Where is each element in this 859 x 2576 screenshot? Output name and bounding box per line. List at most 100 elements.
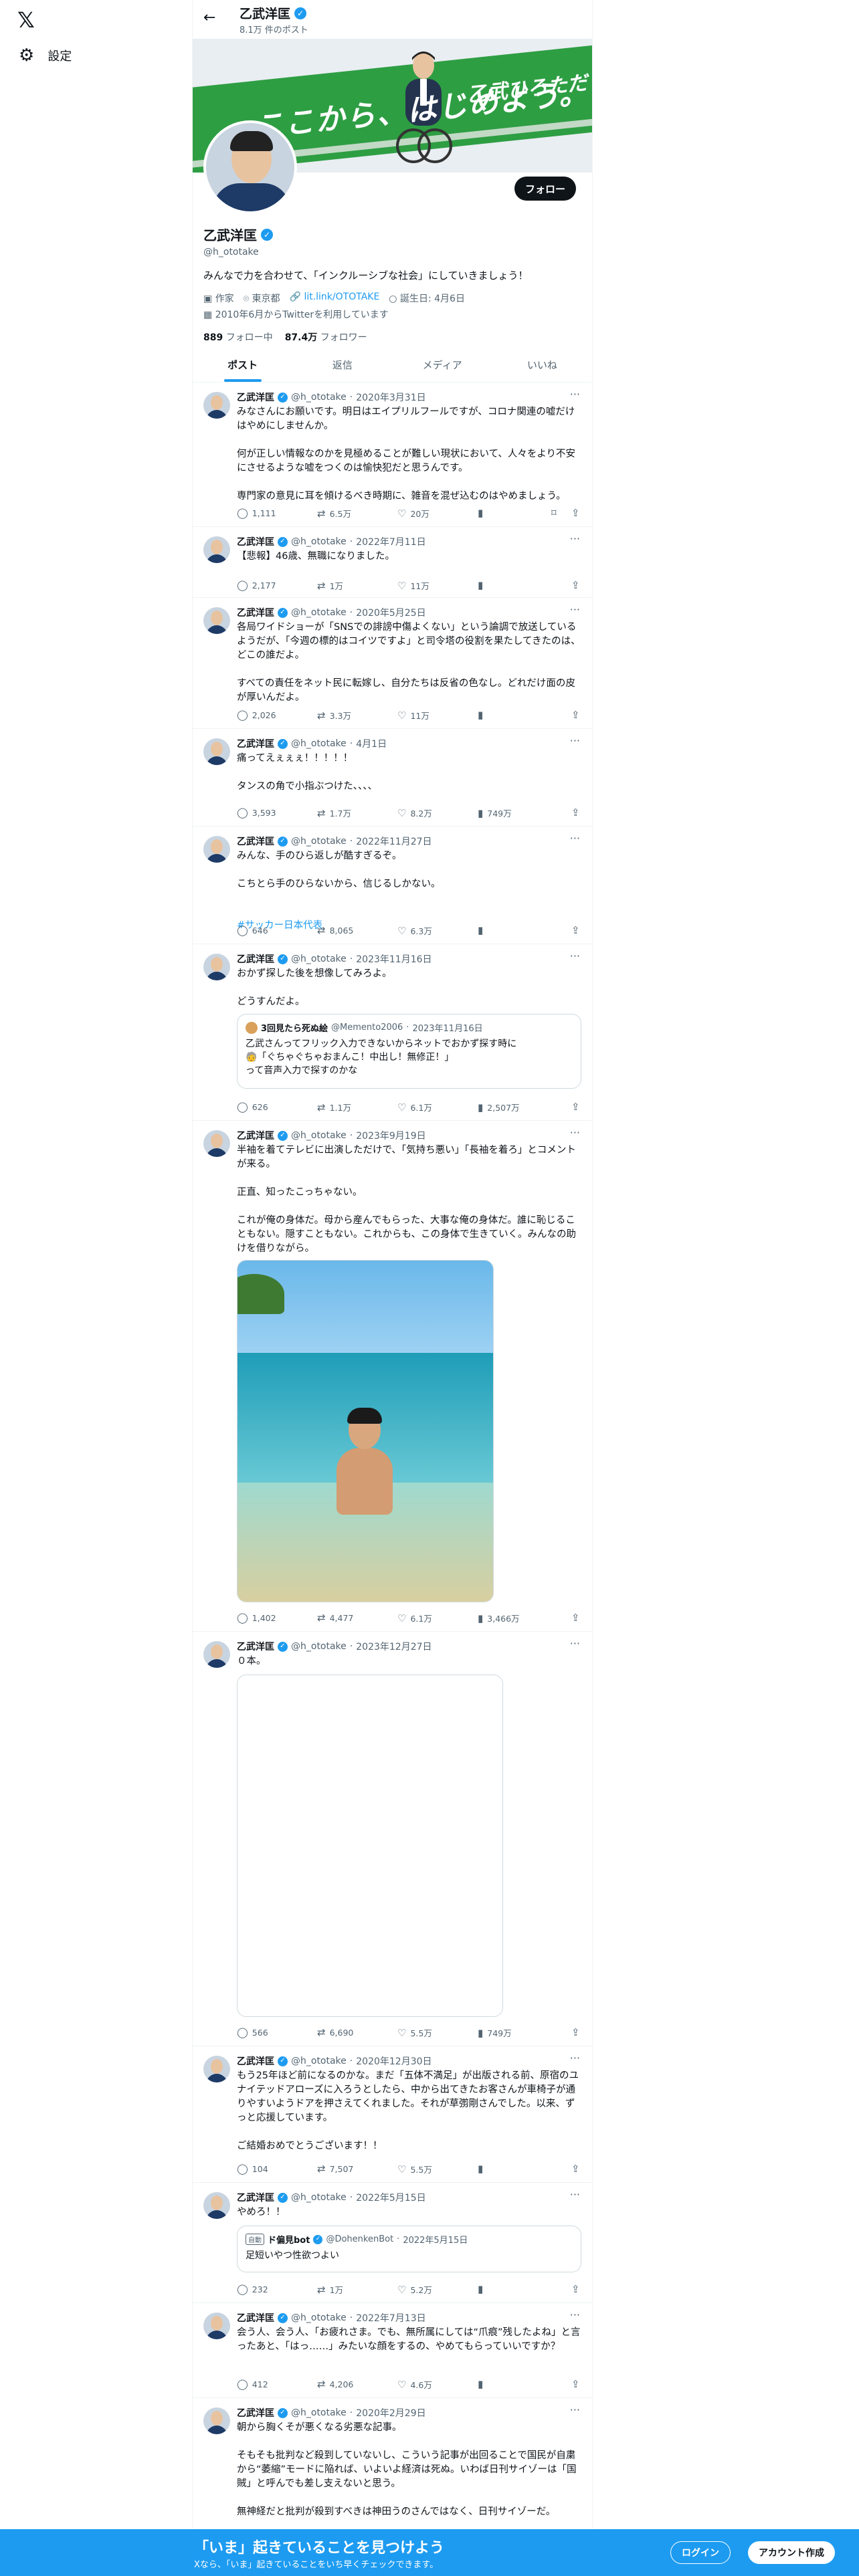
views-button[interactable]: ▮ <box>478 2283 487 2295</box>
more-options-icon[interactable]: ··· <box>570 734 580 747</box>
post-author-handle[interactable]: @h_ototake <box>291 2192 347 2203</box>
post-date[interactable]: 2023年9月19日 <box>356 1129 425 1142</box>
post-avatar[interactable] <box>203 2056 230 2082</box>
reply-button[interactable]: ◯ 412 <box>237 2378 268 2390</box>
post-date[interactable]: 2022年5月15日 <box>356 2191 425 2204</box>
more-options-icon[interactable]: ··· <box>570 388 580 401</box>
share-button[interactable]: ⇪ <box>571 2163 580 2175</box>
repost-button[interactable]: ⇄ 1.1万 <box>317 1101 351 1113</box>
settings-link[interactable]: ⚙ 設定 <box>19 47 72 64</box>
repost-button[interactable]: ⇄ 1.7万 <box>317 807 351 819</box>
like-button[interactable]: ♡ 11万 <box>397 709 430 722</box>
post[interactable]: 乙武洋匡 ✓ @h_ototake · 2022年11月27日 ··· みんな、手の… <box>193 827 592 944</box>
share-button[interactable]: ⇪ <box>571 2283 580 2295</box>
post-avatar[interactable] <box>203 738 230 765</box>
post-author-name[interactable]: 乙武洋匡 <box>237 535 274 548</box>
repost-button[interactable]: ⇄ 1万 <box>317 2283 343 2296</box>
reply-button[interactable]: ◯ 626 <box>237 1101 268 1113</box>
post[interactable]: 乙武洋匡 ✓ @h_ototake · 2020年5月25日 ··· 各局ワイドショ… <box>193 598 592 729</box>
post-author-name[interactable]: 乙武洋匡 <box>237 1640 274 1653</box>
tab-replies[interactable]: 返信 <box>292 348 392 382</box>
like-button[interactable]: ♡ 8.2万 <box>397 807 432 819</box>
more-options-icon[interactable]: ··· <box>570 950 580 962</box>
views-button[interactable]: ▮ <box>478 709 487 721</box>
post-author-name[interactable]: 乙武洋匡 <box>237 737 274 750</box>
post-author-name[interactable]: 乙武洋匡 <box>237 2406 274 2420</box>
like-button[interactable]: ♡ 6.3万 <box>397 924 432 937</box>
link-item[interactable]: 🔗 lit.link/OTOTAKE <box>290 292 380 305</box>
post-author-name[interactable]: 乙武洋匡 <box>237 606 274 619</box>
post-avatar[interactable] <box>203 392 230 419</box>
reply-button[interactable]: ◯ 3,593 <box>237 807 276 819</box>
post-date[interactable]: 2022年7月11日 <box>356 535 425 548</box>
post[interactable]: 乙武洋匡 ✓ @h_ototake · 2023年9月19日 ··· 半袖を着てテレ… <box>193 1121 592 1632</box>
post-author-handle[interactable]: @h_ototake <box>291 954 347 964</box>
reply-button[interactable]: ◯ 2,177 <box>237 579 276 591</box>
post[interactable]: 乙武洋匡 ✓ @h_ototake · 2022年7月13日 ··· 会う人、会う人… <box>193 2303 592 2398</box>
like-button[interactable]: ♡ 5.2万 <box>397 2283 432 2296</box>
post[interactable]: 乙武洋匡 ✓ @h_ototake · 2020年2月29日 ··· 朝から胸くそが… <box>193 2398 592 2545</box>
more-options-icon[interactable]: ··· <box>570 2309 580 2321</box>
post-author-name[interactable]: 乙武洋匡 <box>237 835 274 848</box>
post-avatar[interactable] <box>203 1641 230 1668</box>
post-date[interactable]: 2020年3月31日 <box>356 391 425 404</box>
tab-posts[interactable]: ポスト <box>193 348 292 382</box>
repost-button[interactable]: ⇄ 4,206 <box>317 2378 353 2390</box>
signup-button[interactable]: アカウント作成 <box>748 2541 835 2564</box>
back-arrow-icon[interactable]: ← <box>203 9 215 26</box>
post-date[interactable]: 2022年7月13日 <box>356 2311 425 2325</box>
post-avatar[interactable] <box>203 1130 230 1157</box>
views-button[interactable]: ▮ 749万 <box>478 2026 512 2039</box>
share-button[interactable]: ⇪ <box>571 507 580 519</box>
views-button[interactable]: ▮ <box>478 579 487 591</box>
post-avatar[interactable] <box>203 2192 230 2219</box>
repost-button[interactable]: ⇄ 4,477 <box>317 1612 353 1624</box>
post-author-name[interactable]: 乙武洋匡 <box>237 952 274 966</box>
followers-link[interactable]: 87.4万 フォロワー <box>285 330 367 344</box>
post[interactable]: 乙武洋匡 ✓ @h_ototake · 2020年3月31日 ··· みなさんにお願… <box>193 383 592 527</box>
post-author-name[interactable]: 乙武洋匡 <box>237 2311 274 2325</box>
quoted-post[interactable]: 自動 ド偏見bot ✓ @DohenkenBot · 2022年5月15日 足短… <box>237 2226 581 2272</box>
post-author-handle[interactable]: @h_ototake <box>291 2407 347 2418</box>
reply-button[interactable]: ◯ 1,402 <box>237 1612 276 1624</box>
like-button[interactable]: ♡ 6.1万 <box>397 1612 432 1624</box>
post[interactable]: 乙武洋匡 ✓ @h_ototake · 2023年11月16日 ··· おかず探した… <box>193 944 592 1121</box>
like-button[interactable]: ♡ 20万 <box>397 507 430 520</box>
post-date[interactable]: 2023年12月27日 <box>356 1640 432 1653</box>
more-options-icon[interactable]: ··· <box>570 603 580 616</box>
post-author-handle[interactable]: @h_ototake <box>291 836 347 847</box>
tab-likes[interactable]: いいね <box>492 348 592 382</box>
views-button[interactable]: ▮ <box>478 2378 487 2390</box>
share-button[interactable]: ⇪ <box>571 1101 580 1113</box>
more-options-icon[interactable]: ··· <box>570 2403 580 2416</box>
post-date[interactable]: 2020年12月30日 <box>356 2054 432 2068</box>
views-button[interactable]: ▮ 2,507万 <box>478 1101 520 1113</box>
reply-button[interactable]: ◯ 566 <box>237 2026 268 2038</box>
more-options-icon[interactable]: ··· <box>570 1126 580 1139</box>
post-date[interactable]: 2022年11月27日 <box>356 835 432 848</box>
like-button[interactable]: ♡ 6.1万 <box>397 1101 432 1113</box>
repost-button[interactable]: ⇄ 1万 <box>317 579 343 592</box>
post-avatar[interactable] <box>203 836 230 863</box>
reply-button[interactable]: ◯ 104 <box>237 2163 268 2175</box>
views-button[interactable]: ▮ 749万 <box>478 807 512 819</box>
share-button[interactable]: ⇪ <box>571 709 580 721</box>
post[interactable]: 乙武洋匡 ✓ @h_ototake · 2022年5月15日 ··· やめろ！！ 自… <box>193 2183 592 2303</box>
quoted-post[interactable]: 3回見たら死ぬ絵 @Memento2006 · 2023年11月16日 乙武さん… <box>237 1014 581 1089</box>
post-avatar[interactable] <box>203 536 230 563</box>
like-button[interactable]: ♡ 5.5万 <box>397 2026 432 2039</box>
post-author-name[interactable]: 乙武洋匡 <box>237 391 274 404</box>
views-button[interactable]: ▮ 3,466万 <box>478 1612 520 1624</box>
reply-button[interactable]: ◯ 232 <box>237 2283 268 2295</box>
post-author-handle[interactable]: @h_ototake <box>291 536 347 547</box>
following-link[interactable]: 889 フォロー中 <box>203 330 273 344</box>
views-button[interactable]: ▮ <box>478 924 487 936</box>
post-author-handle[interactable]: @h_ototake <box>291 1641 347 1652</box>
like-button[interactable]: ♡ 4.6万 <box>397 2378 432 2391</box>
share-button[interactable]: ⇪ <box>571 579 580 591</box>
tab-media[interactable]: メディア <box>393 348 492 382</box>
x-logo-icon[interactable]: 𝕏 <box>17 9 35 31</box>
post-author-handle[interactable]: @h_ototake <box>291 2313 347 2323</box>
more-options-icon[interactable]: ··· <box>570 832 580 845</box>
profile-avatar[interactable] <box>203 120 297 214</box>
